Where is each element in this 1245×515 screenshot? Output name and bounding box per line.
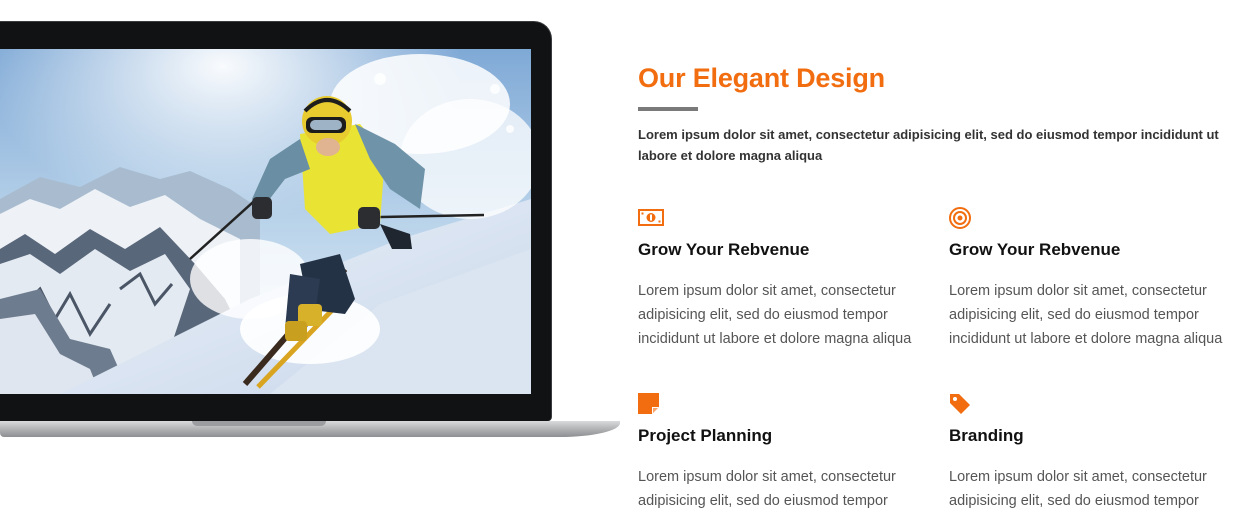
skier-photo (0, 49, 531, 394)
feature-grow-revenue-2: Grow Your Rebvenue Lorem ipsum dolor sit… (949, 207, 1245, 351)
feature-project-planning: Project Planning Lorem ipsum dolor sit a… (638, 393, 938, 513)
section-title: Our Elegant Design (638, 63, 885, 93)
tag-icon (950, 394, 970, 414)
sticky-note-icon (638, 393, 659, 414)
feature-title: Project Planning (638, 426, 773, 445)
design-section: Our Elegant Design Lorem ipsum dolor sit… (638, 60, 1238, 166)
laptop-mockup (0, 0, 620, 445)
laptop-screen-image (0, 49, 531, 394)
money-icon (638, 209, 664, 226)
feature-title: Branding (949, 426, 1024, 445)
target-icon (949, 207, 971, 229)
feature-text: Lorem ipsum dolor sit amet, consectetur … (638, 469, 896, 509)
feature-grow-revenue-1: Grow Your Rebvenue Lorem ipsum dolor sit… (638, 207, 938, 351)
title-divider (638, 107, 698, 111)
feature-text: Lorem ipsum dolor sit amet, consectetur … (949, 469, 1207, 509)
feature-title: Grow Your Rebvenue (949, 240, 1121, 259)
laptop-base-notch (192, 421, 326, 426)
feature-text: Lorem ipsum dolor sit amet, consectetur … (638, 283, 912, 347)
feature-title: Grow Your Rebvenue (638, 240, 810, 259)
section-intro: Lorem ipsum dolor sit amet, consectetur … (638, 127, 1219, 163)
feature-branding: Branding Lorem ipsum dolor sit amet, con… (949, 393, 1245, 513)
feature-text: Lorem ipsum dolor sit amet, consectetur … (949, 283, 1223, 347)
